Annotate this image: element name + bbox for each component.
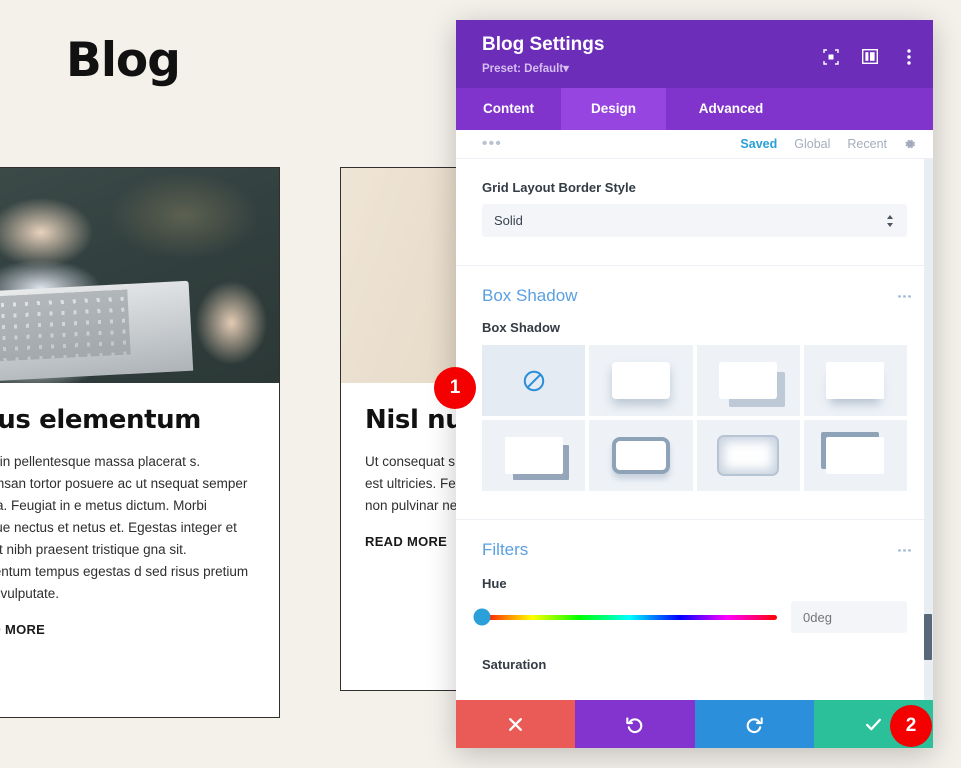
blog-card-title: ellus elementum (0, 405, 201, 435)
shadow-swatch (611, 437, 670, 474)
cancel-button[interactable] (456, 700, 576, 748)
chevron-updown-icon (886, 214, 894, 228)
divider (456, 265, 933, 266)
filters-section-title: Filters (482, 540, 529, 559)
box-shadow-preset-outlined[interactable] (589, 420, 693, 491)
tab-design[interactable]: Design (561, 88, 666, 130)
blog-card[interactable]: ellus elementum smod in pellentesque mas… (0, 167, 280, 718)
blog-settings-modal: Blog Settings Preset: Default▾ Content D… (456, 20, 933, 748)
preset-caret-icon: ▾ (563, 63, 569, 75)
scrollbar-thumb[interactable] (924, 614, 932, 660)
close-icon (509, 717, 523, 731)
hue-slider-row (473, 601, 907, 633)
screen: Blog ellus elementum smod in pellentesqu… (0, 0, 961, 768)
check-icon (865, 718, 881, 730)
modal-tabs: Content Design Advanced (456, 88, 933, 130)
hue-value-input[interactable] (791, 601, 907, 633)
box-shadow-section-header: Box Shadow ⋮ (482, 286, 913, 306)
filters-section-header: Filters ⋮ (482, 540, 913, 560)
kebab-menu-icon[interactable] (900, 48, 917, 65)
no-shadow-icon (521, 368, 547, 394)
preset-subtabs: ••• Saved Global Recent (456, 130, 933, 159)
hue-label: Hue (482, 576, 507, 591)
box-shadow-preset-soft-bottom[interactable] (589, 345, 693, 416)
shadow-swatch (719, 362, 778, 399)
box-shadow-preset-close-bottom[interactable] (803, 345, 907, 416)
preset-label: Preset: Default (482, 63, 564, 75)
undo-icon (626, 716, 643, 733)
redo-button[interactable] (694, 700, 814, 748)
shadow-swatch (826, 362, 885, 399)
modal-header: Blog Settings Preset: Default▾ (456, 20, 933, 88)
blog-card-image (0, 168, 279, 383)
border-style-select[interactable]: Solid (482, 204, 907, 237)
box-shadow-preset-offset-bottom-right[interactable] (696, 345, 800, 416)
scrollbar-track[interactable] (924, 159, 933, 700)
shadow-swatch (611, 362, 670, 399)
modal-footer (456, 700, 933, 748)
box-shadow-preset-grid (482, 345, 907, 491)
gear-icon[interactable] (903, 137, 917, 151)
blog-card-excerpt: smod in pellentesque massa placerat s. A… (0, 454, 249, 601)
read-more-link[interactable]: READ MORE (0, 622, 45, 637)
subtab-global[interactable]: Global (794, 137, 830, 151)
page-title: Blog (66, 33, 181, 88)
overflow-dots-icon[interactable]: ••• (482, 135, 723, 152)
box-shadow-field-label: Box Shadow (482, 320, 561, 335)
border-style-value: Solid (494, 213, 523, 228)
blog-card-body: ellus elementum smod in pellentesque mas… (0, 383, 279, 639)
box-shadow-preset-none[interactable] (482, 345, 586, 416)
box-shadow-kebab-icon[interactable]: ⋮ (896, 289, 913, 304)
border-style-label: Grid Layout Border Style (482, 180, 636, 195)
tab-content[interactable]: Content (456, 88, 561, 130)
shadow-swatch (504, 437, 563, 474)
filters-kebab-icon[interactable]: ⋮ (896, 543, 913, 558)
box-shadow-section-title: Box Shadow (482, 286, 578, 305)
subtab-recent[interactable]: Recent (847, 137, 887, 151)
box-shadow-preset-top-left-edge[interactable] (803, 420, 907, 491)
shadow-swatch (826, 437, 885, 474)
settings-scroll-area[interactable]: Grid Layout Border Style Solid Box Shado… (456, 159, 933, 700)
hue-slider-track[interactable] (473, 608, 777, 626)
hue-slider-handle[interactable] (473, 608, 491, 626)
undo-button[interactable] (575, 700, 695, 748)
redo-icon (746, 716, 763, 733)
box-shadow-preset-inset[interactable] (696, 420, 800, 491)
shadow-swatch (719, 437, 778, 474)
annotation-badge-2: 2 (890, 705, 932, 747)
box-shadow-preset-hard-bottom-right[interactable] (482, 420, 586, 491)
modal-header-actions (822, 48, 917, 65)
read-more-link[interactable]: READ MORE (365, 534, 447, 549)
divider (456, 519, 933, 520)
subtab-saved[interactable]: Saved (740, 137, 777, 151)
layout-columns-icon[interactable] (861, 48, 878, 65)
preset-selector[interactable]: Preset: Default▾ (482, 63, 569, 75)
annotation-badge-1: 1 (434, 367, 476, 409)
focus-view-icon[interactable] (822, 48, 839, 65)
saturation-label: Saturation (482, 657, 547, 672)
tab-advanced[interactable]: Advanced (666, 88, 796, 130)
